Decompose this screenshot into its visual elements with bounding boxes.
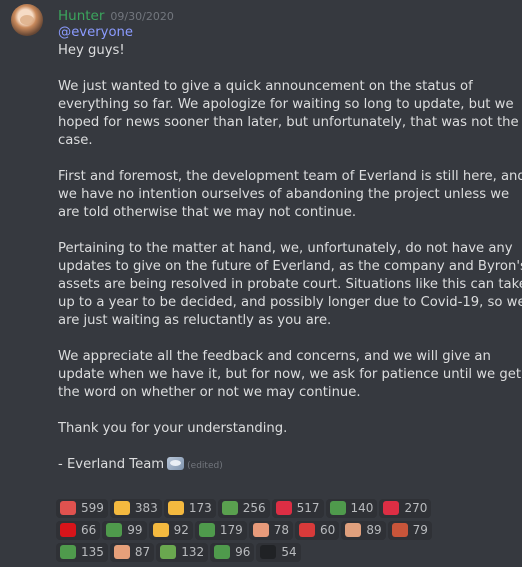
message-line: Pertaining to the matter at hand, we, un…: [58, 241, 513, 256]
reaction-row: 599 383 173 256 517 140 270: [56, 499, 522, 518]
reaction-button[interactable]: 135: [56, 543, 108, 562]
reaction-button[interactable]: 140: [325, 499, 378, 518]
reaction-button[interactable]: 89: [341, 521, 386, 540]
message-line: are told otherwise that we may not conti…: [58, 205, 357, 220]
reaction-button[interactable]: 66: [56, 521, 101, 540]
thumbs-up-emoji-icon: [113, 501, 130, 515]
pepe-emoji-icon: [329, 501, 346, 515]
cloud-emoji-icon: [167, 457, 185, 470]
reaction-button[interactable]: 383: [109, 499, 162, 518]
reaction-button[interactable]: 599: [56, 499, 108, 518]
message-line: case.: [58, 133, 93, 148]
clap-emoji-icon: [152, 523, 169, 537]
reaction-count: 92: [173, 523, 189, 537]
edited-label: (edited): [187, 461, 223, 471]
pepe-sad-emoji-icon: [198, 523, 215, 537]
reaction-button[interactable]: 54: [256, 543, 301, 562]
reaction-count: 140: [350, 501, 374, 515]
reaction-count: 599: [81, 501, 104, 515]
reaction-count: 179: [219, 523, 243, 537]
message-line: the word on whether or not we may contin…: [58, 385, 361, 400]
message-line: assets are being resolved in probate cou…: [58, 277, 522, 292]
reaction-count: 78: [273, 523, 290, 537]
reaction-count: 60: [320, 523, 336, 537]
message-line: up to a year to be decided, and possibly…: [58, 295, 522, 310]
angry-face-emoji-icon: [391, 523, 408, 537]
reaction-button[interactable]: 270: [379, 499, 432, 518]
reactions-bar: 599 383 173 256 517 140 270 66 99 92 179 78 60 89 79 13…: [56, 499, 522, 565]
parrot-emoji-icon: [221, 501, 238, 515]
message-line: updates to give on the future of Everlan…: [58, 259, 522, 274]
reaction-button[interactable]: 256: [217, 499, 270, 518]
reaction-button[interactable]: 179: [194, 521, 247, 540]
reaction-button[interactable]: 517: [271, 499, 324, 518]
rock-hand-emoji-icon: [167, 501, 184, 515]
message-line: everything so far. We apologize for wait…: [58, 97, 514, 112]
red-blob-emoji-icon: [299, 523, 316, 537]
reaction-button[interactable]: 96: [210, 543, 255, 562]
message-line: We just wanted to give a quick announcem…: [58, 79, 473, 94]
no-entry-emoji-icon: [260, 545, 277, 559]
lips-emoji-icon: [60, 501, 76, 515]
reaction-button[interactable]: 87: [109, 543, 155, 562]
message-content: @everyone Hey guys! We just wanted to giv…: [58, 24, 522, 474]
message-line: are just waiting as reluctantly as you a…: [58, 313, 332, 328]
pepe-emoji-icon: [106, 523, 123, 537]
pepe-emoji-icon: [60, 545, 76, 559]
reaction-button[interactable]: 79: [387, 521, 432, 540]
red-heart-emoji-icon: [275, 501, 292, 515]
message-line: First and foremost, the development team…: [58, 169, 522, 184]
reaction-count: 54: [281, 545, 297, 559]
reaction-count: 132: [181, 545, 205, 559]
face-emoji-icon: [252, 523, 269, 537]
timestamp: 09/30/2020: [110, 10, 174, 23]
avatar[interactable]: [11, 4, 43, 36]
reaction-count: 87: [134, 545, 151, 559]
face-emoji-icon: [345, 523, 362, 537]
message-line: update when we have it, but for now, we …: [58, 367, 521, 382]
reaction-count: 89: [366, 523, 382, 537]
message-line: hoped for news sooner than later, but un…: [58, 115, 519, 130]
reaction-button[interactable]: 132: [156, 543, 209, 562]
reaction-count: 517: [296, 501, 320, 515]
reaction-button[interactable]: 99: [102, 521, 147, 540]
message-line: We appreciate all the feedback and conce…: [58, 349, 491, 364]
reaction-count: 99: [127, 523, 143, 537]
reaction-count: 383: [134, 501, 158, 515]
reaction-button[interactable]: 92: [148, 521, 193, 540]
reaction-button[interactable]: 173: [163, 499, 216, 518]
message-line: we have no intention ourselves of abando…: [58, 187, 510, 202]
reaction-count: 79: [412, 523, 428, 537]
reaction-count: 173: [188, 501, 212, 515]
everyone-mention[interactable]: @everyone: [58, 24, 518, 42]
chat-message: Hunter 09/30/2020 @everyone Hey guys! We j…: [0, 0, 522, 567]
reaction-count: 256: [242, 501, 266, 515]
message-line: Hey guys!: [58, 43, 125, 58]
message-header: Hunter 09/30/2020: [58, 6, 174, 24]
czech-flag-emoji-icon: [60, 523, 76, 537]
reaction-count: 66: [81, 523, 97, 537]
reaction-count: 135: [81, 545, 104, 559]
reaction-button[interactable]: 60: [295, 521, 340, 540]
pepe-lying-emoji-icon: [214, 545, 231, 559]
pepe-hug-emoji-icon: [160, 545, 177, 559]
reaction-count: 270: [404, 501, 428, 515]
reaction-row: 66 99 92 179 78 60 89 79: [56, 521, 522, 540]
reaction-row: 135 87 132 96 54: [56, 543, 522, 562]
red-heart-emoji-icon: [383, 501, 400, 515]
signature-line: - Everland Team (edited): [58, 456, 518, 474]
hand-emoji-icon: [113, 545, 130, 559]
message-line: Thank you for your understanding.: [58, 421, 288, 436]
reaction-count: 96: [235, 545, 251, 559]
reaction-button[interactable]: 78: [248, 521, 294, 540]
signature-text: - Everland Team: [58, 457, 165, 472]
username[interactable]: Hunter: [58, 8, 104, 24]
